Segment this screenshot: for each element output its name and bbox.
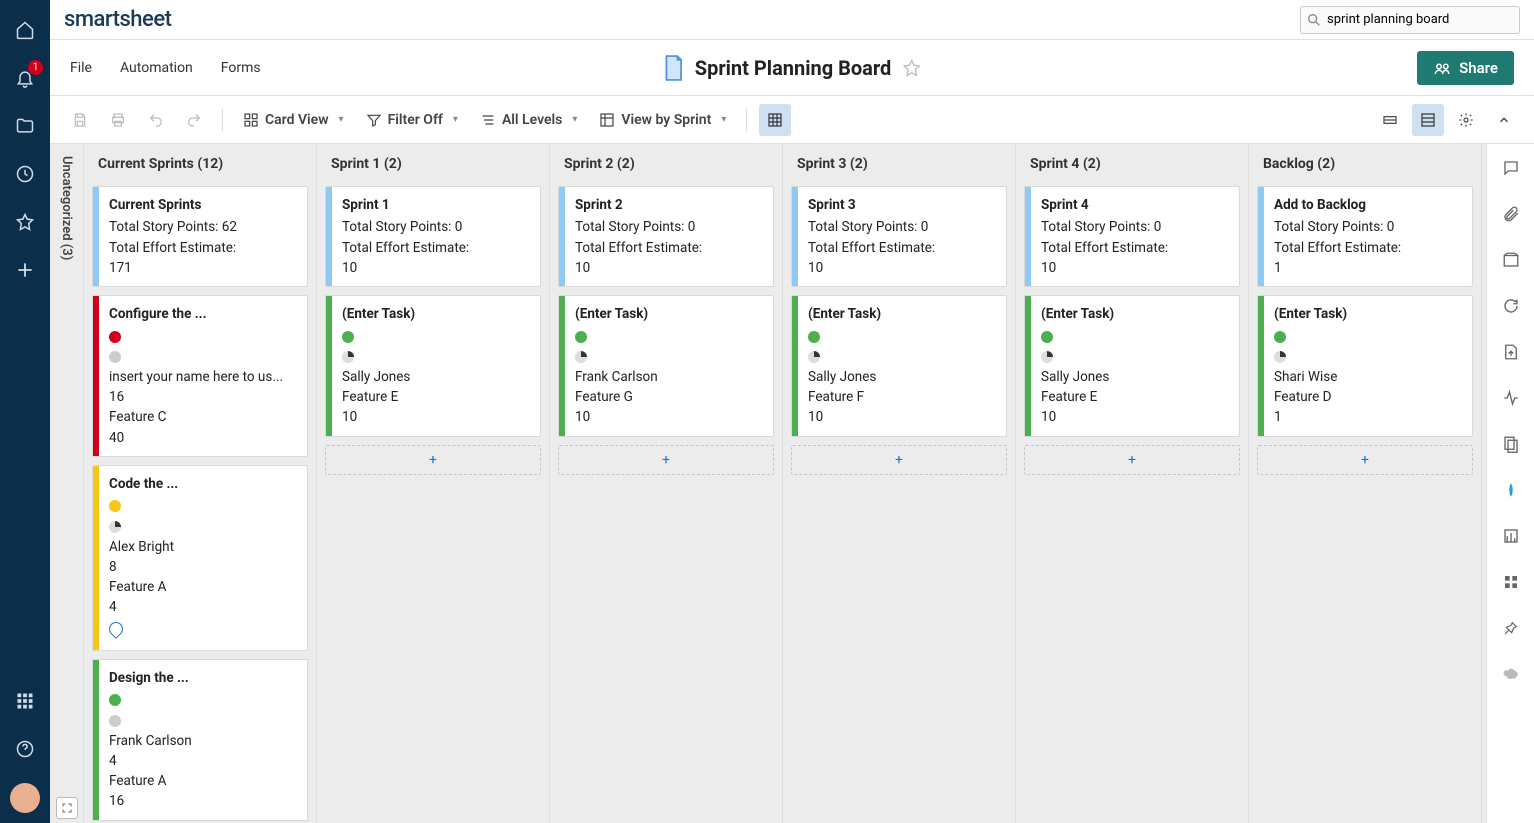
attachments-icon[interactable] <box>1497 200 1525 228</box>
activity-log-icon[interactable] <box>1497 384 1525 412</box>
nav-favorites[interactable] <box>5 202 45 242</box>
collapse-button[interactable] <box>1488 104 1520 136</box>
settings-button[interactable] <box>1450 104 1482 136</box>
task-card[interactable]: (Enter Task)Sally JonesFeature E10 <box>1024 295 1240 437</box>
sheet-icon <box>663 54 685 82</box>
toolbar: Card View Filter Off All Levels View by … <box>50 96 1534 144</box>
nav-notifications[interactable]: 1 <box>5 58 45 98</box>
lane: Sprint 3 (2) Sprint 3Total Story Points: … <box>783 144 1016 823</box>
publish-icon[interactable] <box>1497 338 1525 366</box>
summary-card[interactable]: Add to BacklogTotal Story Points: 0Total… <box>1257 186 1473 287</box>
search-icon <box>1306 12 1322 28</box>
summary-card[interactable]: Sprint 3Total Story Points: 0Total Effor… <box>791 186 1007 287</box>
conversations-icon[interactable] <box>1497 154 1525 182</box>
nav-rail: 1 <box>0 0 50 823</box>
task-card[interactable]: (Enter Task)Shari WiseFeature D1 <box>1257 295 1473 437</box>
workapps-icon[interactable] <box>1497 522 1525 550</box>
levels-dropdown[interactable]: All Levels <box>472 104 585 136</box>
filter-label: Filter Off <box>388 112 443 128</box>
lane: Sprint 1 (2) Sprint 1Total Story Points: … <box>317 144 550 823</box>
user-avatar[interactable] <box>10 783 40 813</box>
nav-help[interactable] <box>5 729 45 769</box>
filter-dropdown[interactable]: Filter Off <box>358 104 466 136</box>
summary-card[interactable]: Sprint 4Total Story Points: 0Total Effor… <box>1024 186 1240 287</box>
notification-badge: 1 <box>28 60 43 75</box>
task-card[interactable]: Design the ...Frank Carlson4Feature A16 <box>92 659 308 821</box>
attachment-icon <box>106 619 126 639</box>
menu-file[interactable]: File <box>70 60 92 76</box>
page-title: Sprint Planning Board <box>695 56 892 80</box>
nav-apps[interactable] <box>5 681 45 721</box>
summary-icon[interactable] <box>1497 430 1525 458</box>
lane-header[interactable]: Sprint 2 (2) <box>558 154 774 178</box>
lane-header[interactable]: Backlog (2) <box>1257 154 1473 178</box>
menubar: File Automation Forms Sprint Planning Bo… <box>50 40 1534 96</box>
nav-browse[interactable] <box>5 106 45 146</box>
compact-card-toggle[interactable] <box>759 104 791 136</box>
summary-card[interactable]: Sprint 2Total Story Points: 0Total Effor… <box>558 186 774 287</box>
save-button[interactable] <box>64 104 96 136</box>
lane: Sprint 2 (2) Sprint 2Total Story Points: … <box>550 144 783 823</box>
share-label: Share <box>1459 59 1498 77</box>
view-by-dropdown[interactable]: View by Sprint <box>591 104 734 136</box>
card-view-dropdown[interactable]: Card View <box>235 104 352 136</box>
nav-home[interactable] <box>5 10 45 50</box>
lane: Sprint 4 (2) Sprint 4Total Story Points: … <box>1016 144 1249 823</box>
kanban-board: Uncategorized (3) Current Sprints (12)Cu… <box>50 144 1486 823</box>
lane-header[interactable]: Sprint 4 (2) <box>1024 154 1240 178</box>
add-card-button[interactable]: + <box>1024 445 1240 475</box>
favorite-star-icon[interactable] <box>901 58 921 78</box>
salesforce-icon[interactable] <box>1497 660 1525 688</box>
card-view-label: Card View <box>265 112 329 128</box>
search-input[interactable] <box>1300 6 1520 34</box>
add-card-button[interactable]: + <box>1257 445 1473 475</box>
nav-create[interactable] <box>5 250 45 290</box>
fullscreen-button[interactable] <box>56 797 78 819</box>
card-layout-button[interactable] <box>1412 104 1444 136</box>
task-card[interactable]: (Enter Task)Sally JonesFeature E10 <box>325 295 541 437</box>
lane-header[interactable]: Current Sprints (12) <box>92 154 308 178</box>
add-card-button[interactable]: + <box>325 445 541 475</box>
summary-card[interactable]: Current SprintsTotal Story Points: 62Tot… <box>92 186 308 287</box>
redo-button[interactable] <box>178 104 210 136</box>
edit-lanes-button[interactable] <box>1374 104 1406 136</box>
task-card[interactable]: (Enter Task)Sally JonesFeature F10 <box>791 295 1007 437</box>
nav-recents[interactable] <box>5 154 45 194</box>
add-card-button[interactable]: + <box>558 445 774 475</box>
topbar: smartsheet <box>50 0 1534 40</box>
lane: Backlog (2) Add to BacklogTotal Story Poi… <box>1249 144 1482 823</box>
print-button[interactable] <box>102 104 134 136</box>
uncategorized-lane[interactable]: Uncategorized (3) <box>50 144 84 823</box>
share-button[interactable]: Share <box>1417 51 1514 85</box>
right-rail <box>1486 144 1534 823</box>
lane-header[interactable]: Sprint 3 (2) <box>791 154 1007 178</box>
lane-header[interactable]: Sprint 1 (2) <box>325 154 541 178</box>
uncategorized-label: Uncategorized (3) <box>59 156 74 260</box>
task-card[interactable]: Configure the ...insert your name here t… <box>92 295 308 457</box>
add-card-button[interactable]: + <box>791 445 1007 475</box>
pin-icon[interactable] <box>1497 614 1525 642</box>
update-requests-icon[interactable] <box>1497 292 1525 320</box>
dynamic-view-icon[interactable] <box>1497 568 1525 596</box>
task-card[interactable]: (Enter Task)Frank CarlsonFeature G10 <box>558 295 774 437</box>
view-by-label: View by Sprint <box>621 112 711 128</box>
levels-label: All Levels <box>502 112 562 128</box>
menu-forms[interactable]: Forms <box>221 60 261 76</box>
logo: smartsheet <box>64 7 171 32</box>
brandfolder-icon[interactable] <box>1497 476 1525 504</box>
proofs-icon[interactable] <box>1497 246 1525 274</box>
summary-card[interactable]: Sprint 1Total Story Points: 0Total Effor… <box>325 186 541 287</box>
lane: Current Sprints (12) Current SprintsTotal… <box>84 144 317 823</box>
menu-automation[interactable]: Automation <box>120 60 193 76</box>
task-card[interactable]: Code the ...Alex Bright8Feature A4 <box>92 465 308 651</box>
undo-button[interactable] <box>140 104 172 136</box>
